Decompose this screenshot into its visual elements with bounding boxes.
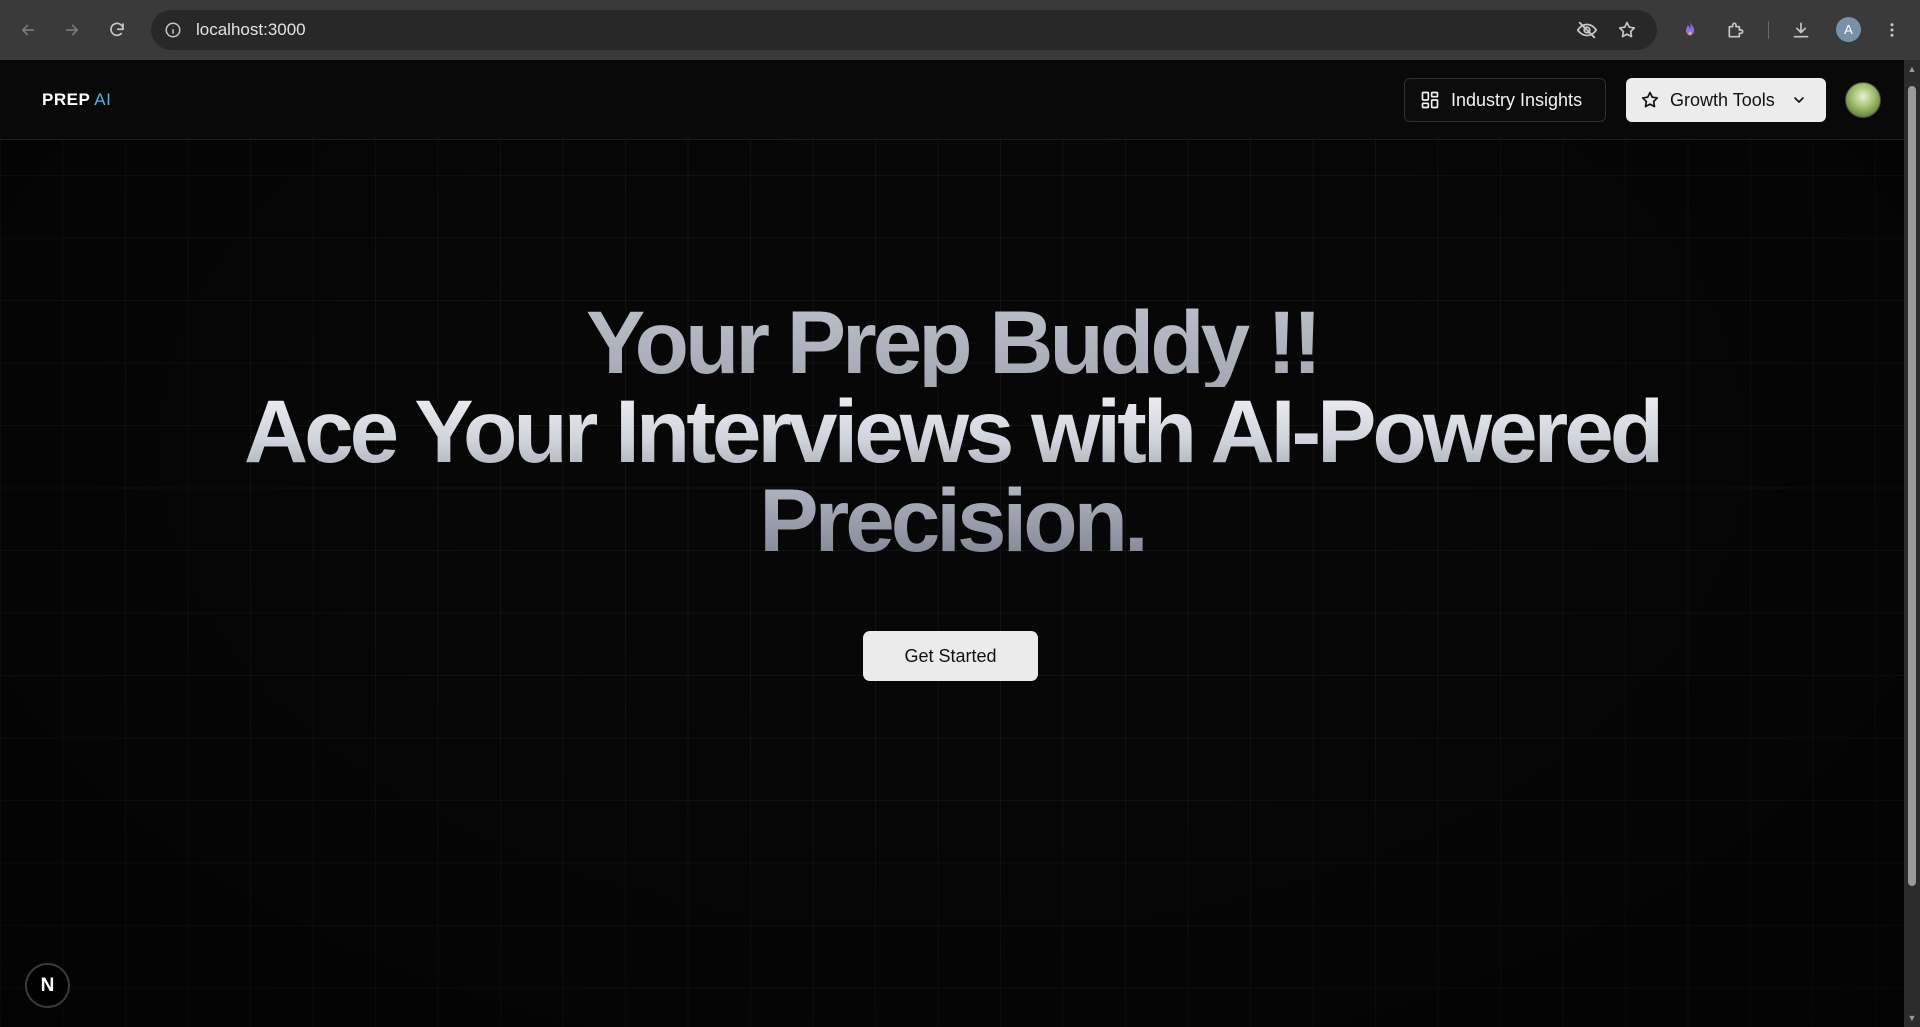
flame-icon	[1685, 21, 1695, 36]
browser-toolbar: localhost:3000 A	[0, 0, 1920, 60]
bookmark-button[interactable]	[1615, 18, 1639, 42]
get-started-button[interactable]: Get Started	[863, 631, 1038, 681]
reload-button[interactable]	[101, 14, 133, 46]
forward-button[interactable]	[56, 14, 88, 46]
logo[interactable]: PREP AI	[42, 90, 111, 112]
star-icon	[1641, 91, 1659, 108]
back-button[interactable]	[12, 14, 44, 46]
scroll-down-icon[interactable]: ▼	[1907, 1013, 1917, 1023]
scrollbar-thumb[interactable]	[1908, 86, 1916, 886]
arrow-left-icon	[21, 24, 35, 36]
extension-button[interactable]	[1674, 14, 1706, 46]
downloads-button[interactable]	[1785, 14, 1817, 46]
info-icon	[165, 22, 181, 38]
logo-main: PREP	[42, 90, 91, 109]
dashboard-icon	[1421, 91, 1439, 109]
star-icon	[1618, 21, 1636, 38]
site-info-button[interactable]	[161, 18, 185, 42]
puzzle-icon	[1728, 22, 1744, 38]
growth-tools-label: Growth Tools	[1670, 89, 1775, 110]
extensions-button[interactable]	[1720, 14, 1752, 46]
hero-section: Your Prep Buddy !! Ace Your Interviews w…	[0, 298, 1904, 565]
eye-off-icon	[1576, 21, 1598, 39]
download-icon	[1793, 22, 1809, 38]
url-text[interactable]: localhost:3000	[196, 20, 306, 40]
page-viewport: PREP AI Industry Insights Growth Tools Y…	[0, 60, 1904, 1027]
user-avatar[interactable]	[1845, 82, 1881, 118]
profile-avatar[interactable]: A	[1836, 17, 1861, 42]
hero-headline-line-3: Precision.	[0, 476, 1904, 565]
arrow-right-icon	[65, 24, 79, 36]
browser-menu-button[interactable]	[1876, 14, 1908, 46]
dev-tools-badge[interactable]: N	[25, 963, 70, 1008]
growth-tools-dropdown[interactable]: Growth Tools	[1626, 78, 1826, 122]
hero-headline-line-2: Ace Your Interviews with AI-Powered	[0, 387, 1904, 476]
hero-headline-line-1: Your Prep Buddy !!	[0, 298, 1904, 387]
toolbar-divider	[1768, 21, 1769, 39]
page-scrollbar[interactable]: ▲ ▼	[1904, 60, 1920, 1027]
reload-icon	[110, 22, 124, 37]
logo-accent: AI	[94, 90, 112, 109]
app-header: PREP AI Industry Insights Growth Tools	[0, 60, 1904, 140]
tracking-protection-button[interactable]	[1575, 18, 1599, 42]
chevron-down-icon	[1793, 97, 1804, 103]
scroll-up-icon[interactable]: ▲	[1907, 64, 1917, 74]
industry-insights-button[interactable]: Industry Insights	[1404, 78, 1606, 122]
more-vertical-icon	[1890, 23, 1894, 37]
address-bar[interactable]: localhost:3000	[151, 10, 1657, 50]
industry-insights-label: Industry Insights	[1451, 89, 1583, 110]
